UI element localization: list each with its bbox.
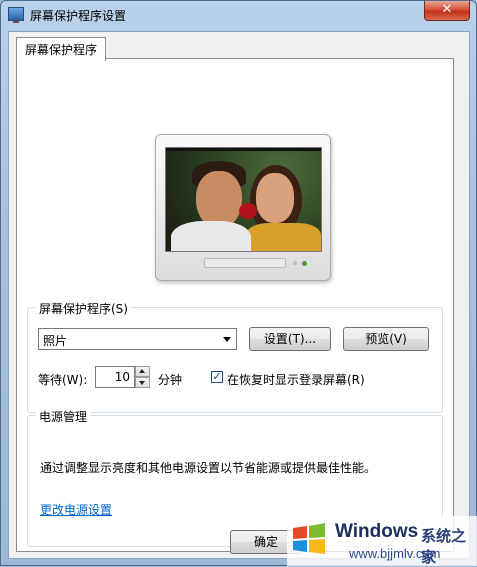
screen-preview bbox=[165, 147, 322, 252]
monitor-preview bbox=[155, 134, 331, 281]
couple-photo bbox=[166, 151, 321, 251]
screensaver-group: 屏幕保护程序(S) bbox=[27, 300, 443, 413]
tab-screensaver[interactable]: 屏幕保护程序 bbox=[16, 37, 107, 61]
monitor-button-icon bbox=[293, 261, 297, 265]
watermark-brand: Windows bbox=[335, 521, 419, 542]
wait-minutes-input[interactable]: 10 bbox=[95, 366, 135, 388]
stepper-down-icon[interactable] bbox=[135, 377, 150, 388]
wait-unit-label: 分钟 bbox=[158, 373, 183, 387]
watermark-url: www.bjjmlv.com bbox=[349, 546, 441, 561]
wait-stepper[interactable] bbox=[135, 366, 150, 388]
resume-login-checkbox[interactable]: ✓ bbox=[211, 371, 223, 383]
screensaver-selected-value: 照片 bbox=[43, 334, 68, 348]
monitor-icon bbox=[8, 7, 24, 23]
close-button[interactable]: ✕ bbox=[424, 1, 470, 21]
power-description: 通过调整显示亮度和其他电源设置以节省能源或提供最佳性能。 bbox=[40, 461, 377, 475]
tab-panel: 屏幕保护程序(S) 照片 设置(T)... 预览(V) 等待(W): 10 分钟… bbox=[16, 58, 454, 552]
screensaver-select[interactable]: 照片 bbox=[38, 328, 237, 350]
monitor-drive-slot bbox=[204, 258, 286, 268]
settings-button[interactable]: 设置(T)... bbox=[249, 327, 331, 351]
watermark: Windows 系统之家 www.bjjmlv.com bbox=[287, 516, 477, 566]
change-power-settings-link[interactable]: 更改电源设置 bbox=[40, 501, 112, 518]
stepper-up-icon[interactable] bbox=[135, 366, 150, 377]
power-group-label: 电源管理 bbox=[36, 408, 91, 425]
window-title: 屏幕保护程序设置 bbox=[30, 9, 127, 23]
power-led-icon bbox=[302, 261, 307, 266]
chevron-down-icon bbox=[223, 337, 231, 342]
dialog-client-area: 屏幕保护程序 屏幕保护程序(S) 照片 设置(T)... 预览(V) 等待(W)… bbox=[8, 31, 470, 559]
resume-login-label[interactable]: 在恢复时显示登录屏幕(R) bbox=[227, 371, 365, 388]
windows-logo-icon bbox=[293, 523, 325, 554]
preview-button[interactable]: 预览(V) bbox=[343, 327, 429, 351]
screensaver-group-label: 屏幕保护程序(S) bbox=[36, 300, 131, 317]
dialog-window: 屏幕保护程序设置 ✕ 屏幕保护程序 屏幕保护程序(S) 照片 设置(T)... … bbox=[0, 0, 477, 566]
wait-label: 等待(W): bbox=[38, 373, 88, 387]
title-bar[interactable]: 屏幕保护程序设置 ✕ bbox=[1, 1, 476, 29]
